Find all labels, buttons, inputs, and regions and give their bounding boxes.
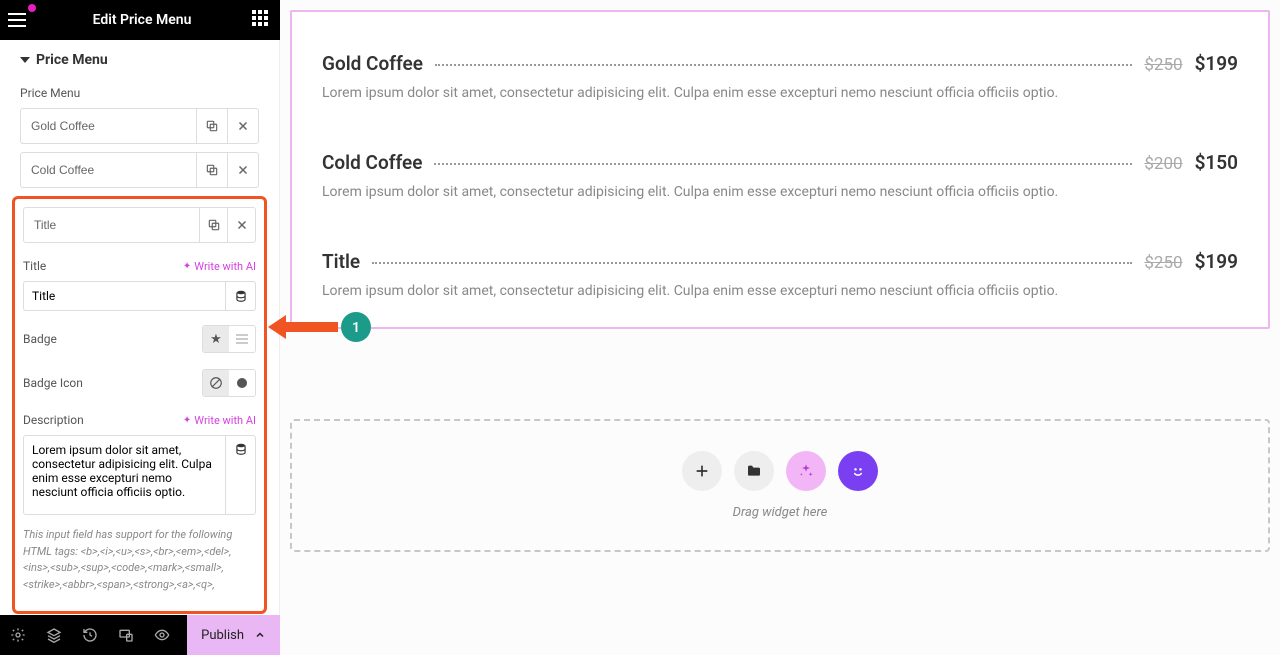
menu-item-price: $199: [1195, 52, 1238, 75]
sidebar: Price Menu Price Menu: [0, 40, 280, 655]
expanded-item-panel: Title ✦Write with AI Badge ★: [12, 196, 267, 614]
menu-item: Cold Coffee $200 $150 Lorem ipsum dolor …: [322, 131, 1238, 230]
list-item: [23, 207, 256, 243]
menu-item-price: $150: [1195, 151, 1238, 174]
sparkle-icon: ✦: [183, 261, 191, 272]
badge-icon-dot-option[interactable]: [229, 370, 255, 396]
menu-item-description: Lorem ipsum dolor sit amet, consectetur …: [322, 85, 1238, 101]
title-input[interactable]: [23, 281, 226, 311]
sparkle-icon: ✦: [183, 415, 191, 426]
page-title: Edit Price Menu: [32, 12, 252, 28]
menu-item-description: Lorem ipsum dolor sit amet, consectetur …: [322, 283, 1238, 299]
topbar: Edit Price Menu: [0, 0, 280, 40]
preview-icon[interactable]: [144, 615, 180, 655]
dotted-divider: [434, 163, 1132, 165]
duplicate-button[interactable]: [199, 207, 227, 243]
delete-button[interactable]: [227, 207, 256, 243]
section-title: Price Menu: [36, 52, 108, 68]
title-field-label: Title: [23, 259, 46, 273]
description-field-label: Description: [23, 413, 84, 427]
duplicate-button[interactable]: [196, 108, 227, 144]
menu-item-old-price: $250: [1144, 253, 1182, 273]
badge-field-label: Badge: [23, 332, 57, 346]
write-with-ai-button[interactable]: ✦Write with AI: [183, 414, 256, 427]
publish-button[interactable]: Publish: [187, 615, 280, 655]
list-item: [20, 108, 259, 144]
duplicate-button[interactable]: [196, 152, 227, 188]
menu-icon[interactable]: [8, 8, 32, 32]
settings-icon[interactable]: [0, 615, 36, 655]
preview-canvas: Gold Coffee $250 $199 Lorem ipsum dolor …: [280, 0, 1280, 655]
badge-icon-field-label: Badge Icon: [23, 376, 83, 390]
write-with-ai-button[interactable]: ✦Write with AI: [183, 260, 256, 273]
dynamic-tags-button[interactable]: [226, 435, 256, 515]
drop-zone-label: Drag widget here: [322, 505, 1238, 520]
menu-item-old-price: $250: [1144, 55, 1182, 75]
folder-button[interactable]: [734, 451, 774, 491]
item-name-input[interactable]: [23, 207, 199, 243]
add-widget-button[interactable]: [682, 451, 722, 491]
html-hint-text: This input field has support for the fol…: [23, 521, 256, 603]
delete-button[interactable]: [227, 108, 259, 144]
menu-item-title: Cold Coffee: [322, 151, 422, 174]
chevron-down-icon: [20, 57, 30, 63]
menu-item: Title $250 $199 Lorem ipsum dolor sit am…: [322, 230, 1238, 317]
section-sublabel: Price Menu: [0, 80, 279, 108]
price-menu-widget[interactable]: Gold Coffee $250 $199 Lorem ipsum dolor …: [290, 10, 1270, 329]
badge-icon-none-option[interactable]: [203, 370, 229, 396]
dotted-divider: [372, 262, 1132, 264]
badge-toggle: ★: [202, 325, 256, 353]
bottom-toolbar: Publish: [0, 615, 280, 655]
layers-icon[interactable]: [36, 615, 72, 655]
menu-item: Gold Coffee $250 $199 Lorem ipsum dolor …: [322, 32, 1238, 131]
section-header[interactable]: Price Menu: [0, 40, 279, 80]
badge-lines-option[interactable]: [229, 326, 255, 352]
menu-item-old-price: $200: [1144, 154, 1182, 174]
item-name-input[interactable]: [20, 108, 196, 144]
dotted-divider: [435, 64, 1132, 66]
apps-grid-icon[interactable]: [252, 10, 272, 30]
ai-sparkle-button[interactable]: [786, 451, 826, 491]
badge-star-option[interactable]: ★: [203, 326, 229, 352]
description-textarea[interactable]: Lorem ipsum dolor sit amet, consectetur …: [23, 435, 226, 515]
assistant-button[interactable]: [838, 451, 878, 491]
menu-item-description: Lorem ipsum dolor sit amet, consectetur …: [322, 184, 1238, 200]
responsive-icon[interactable]: [108, 615, 144, 655]
menu-item-title: Gold Coffee: [322, 52, 423, 75]
delete-button[interactable]: [227, 152, 259, 188]
dynamic-tags-button[interactable]: [226, 281, 256, 311]
badge-icon-toggle: [202, 369, 256, 397]
widget-drop-zone[interactable]: Drag widget here: [290, 419, 1270, 552]
menu-item-title: Title: [322, 250, 360, 273]
history-icon[interactable]: [72, 615, 108, 655]
menu-item-price: $199: [1195, 250, 1238, 273]
item-name-input[interactable]: [20, 152, 196, 188]
list-item: [20, 152, 259, 188]
